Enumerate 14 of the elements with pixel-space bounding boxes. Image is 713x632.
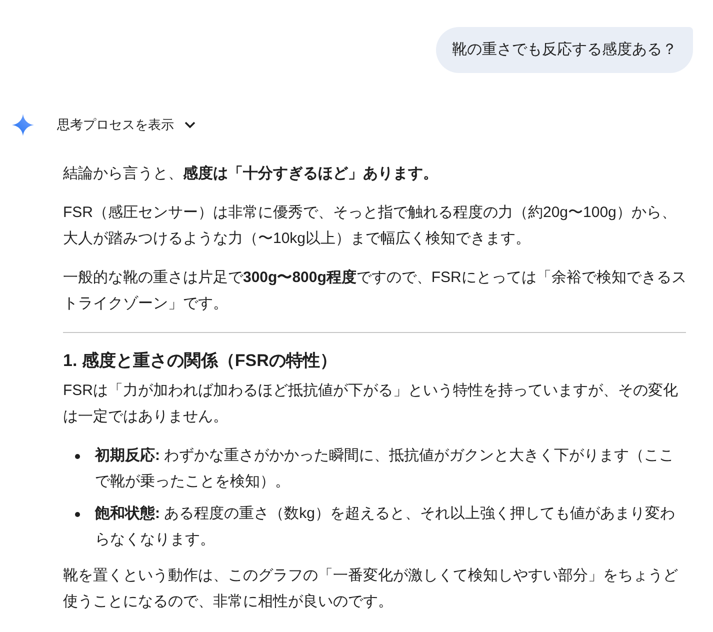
paragraph: 結論から言うと、感度は「十分すぎるほど」あります。 [63, 164, 439, 184]
sparkle-icon [12, 114, 34, 136]
paragraph: 一般的な靴の重さは片足で300g〜800g程度ですので、FSRにとっては「余裕で検知できるストライクゾーン」です。 [63, 268, 688, 314]
bullet-icon [75, 454, 80, 459]
list-item-text: 初期反応: わずかな重さがかかった瞬間に、抵抗値がガクンと大きく下がります（ここで靴が乗ったことを検知）。 [95, 446, 676, 492]
section-heading: 1. 感度と重さの関係（FSRの特性） [63, 350, 338, 372]
paragraph: FSR（感圧センサー）は非常に優秀で、そっと指で触れる程度の力（約20g〜100g）から、大人が踏みつけるような力（〜10kg以上）まで幅広く検知できます。 [63, 203, 678, 249]
paragraph: 靴を置くという動作は、このグラフの「一番変化が激しくて検知しやすい部分」をちょうど使うことになるので、非常に相性が良いのです。 [63, 566, 679, 612]
bullet-icon [75, 512, 80, 517]
chevron-icon [184, 121, 196, 129]
list-item-text: 飽和状態: ある程度の重さ（数kg）を超えると、それ以上強く押しても値があまり変わらなくなります。 [95, 504, 676, 550]
user-message: 靴の重さでも反応する感度ある？ [436, 27, 693, 73]
thinking-toggle[interactable]: 思考プロセスを表示 [57, 116, 196, 134]
paragraph: FSRは「力が加われば加わるほど抵抗値が下がる」という特性を持っていますが、その変化は一定ではありません。 [63, 381, 679, 427]
